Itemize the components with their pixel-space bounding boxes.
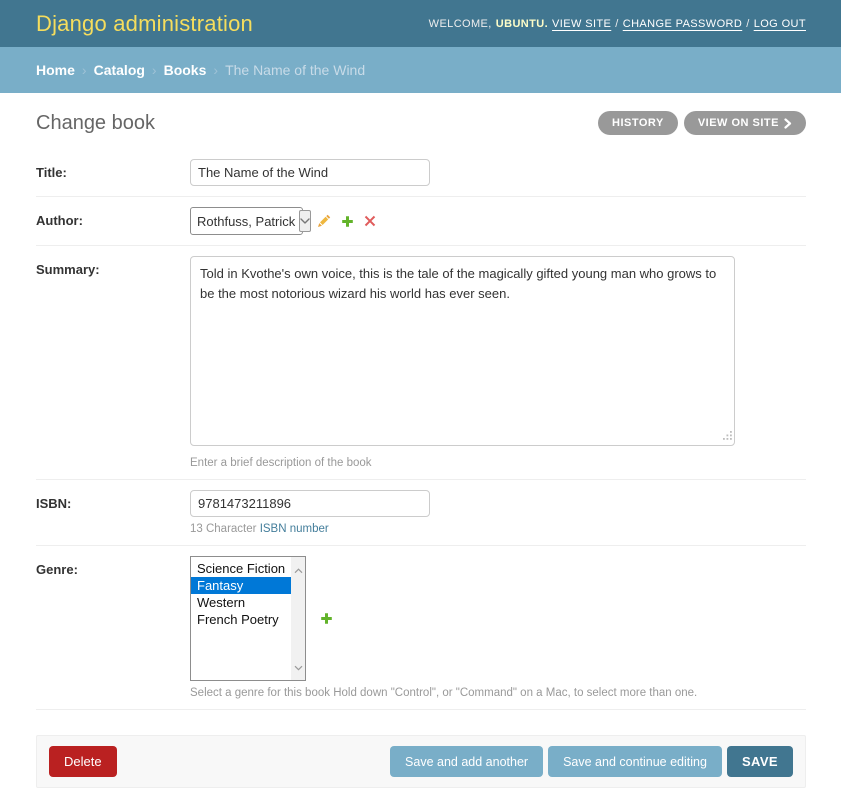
author-label: Author: — [36, 207, 190, 235]
isbn-input[interactable] — [190, 490, 430, 517]
user-tools-separator: / — [615, 18, 618, 30]
log-out-link[interactable]: LOG OUT — [754, 18, 806, 30]
user-tools-separator: / — [746, 18, 749, 30]
genre-option[interactable]: Fantasy — [191, 577, 291, 594]
history-button-label: HISTORY — [612, 117, 664, 129]
breadcrumb-current: The Name of the Wind — [225, 62, 365, 78]
title-input[interactable] — [190, 159, 430, 186]
form-row-title: Title: — [36, 149, 806, 197]
username: UBUNTU. — [496, 18, 548, 30]
content-area: Change book HISTORY VIEW ON SITE Title: … — [0, 111, 841, 788]
breadcrumb-separator: › — [213, 62, 218, 78]
form-row-isbn: ISBN: 13 Character ISBN number — [36, 480, 806, 546]
object-tools: HISTORY VIEW ON SITE — [598, 111, 806, 135]
admin-header: Django administration WELCOME, UBUNTU. V… — [0, 0, 841, 47]
isbn-help-prefix: 13 Character — [190, 523, 260, 535]
site-branding-link[interactable]: Django administration — [36, 11, 253, 37]
author-select[interactable]: Rothfuss, Patrick — [190, 207, 303, 235]
form-row-author: Author: Rothfuss, Patrick — [36, 197, 806, 246]
breadcrumb-separator: › — [152, 62, 157, 78]
chevron-right-icon — [784, 118, 792, 129]
summary-help-text: Enter a brief description of the book — [190, 457, 806, 469]
form-row-genre: Genre: Science Fiction Fantasy Western F… — [36, 546, 806, 710]
isbn-number-link[interactable]: ISBN number — [260, 523, 329, 535]
chevron-down-icon[interactable] — [294, 658, 303, 676]
summary-label: Summary: — [36, 256, 190, 469]
add-author-plus-icon[interactable] — [341, 215, 354, 228]
change-book-form: Title: Author: Rothfuss, Patrick — [36, 149, 806, 788]
author-selected-value: Rothfuss, Patrick — [193, 214, 299, 229]
save-and-add-another-button[interactable]: Save and add another — [390, 746, 543, 777]
form-row-summary: Summary: Told in Kvothe's own voice, thi… — [36, 246, 806, 480]
welcome-text: WELCOME, — [429, 18, 492, 30]
title-label: Title: — [36, 159, 190, 186]
change-password-link[interactable]: CHANGE PASSWORD — [623, 18, 742, 30]
delete-author-cross-icon[interactable] — [364, 215, 376, 227]
genre-multiselect[interactable]: Science Fiction Fantasy Western French P… — [190, 556, 306, 681]
genre-option[interactable]: Western — [191, 594, 291, 611]
breadcrumb-books[interactable]: Books — [164, 62, 207, 78]
breadcrumb-catalog[interactable]: Catalog — [94, 62, 145, 78]
add-genre-plus-icon[interactable] — [320, 612, 333, 625]
save-and-continue-editing-button[interactable]: Save and continue editing — [548, 746, 722, 777]
breadcrumb: Home › Catalog › Books › The Name of the… — [0, 47, 841, 93]
chevron-up-icon[interactable] — [294, 561, 303, 579]
breadcrumb-home[interactable]: Home — [36, 62, 75, 78]
genre-option[interactable]: Science Fiction — [191, 560, 291, 577]
delete-button[interactable]: Delete — [49, 746, 117, 777]
view-on-site-label: VIEW ON SITE — [698, 117, 779, 129]
edit-author-pencil-icon[interactable] — [317, 214, 331, 228]
genre-label: Genre: — [36, 556, 190, 699]
genre-help-text: Select a genre for this book Hold down "… — [190, 687, 806, 699]
view-site-link[interactable]: VIEW SITE — [552, 18, 611, 30]
breadcrumb-separator: › — [82, 62, 87, 78]
history-button[interactable]: HISTORY — [598, 111, 678, 135]
view-on-site-button[interactable]: VIEW ON SITE — [684, 111, 806, 135]
page-title: Change book — [36, 112, 155, 135]
genre-option[interactable]: French Poetry — [191, 611, 291, 628]
summary-textarea[interactable]: Told in Kvothe's own voice, this is the … — [190, 256, 735, 446]
user-tools: WELCOME, UBUNTU. VIEW SITE / CHANGE PASS… — [429, 18, 806, 30]
isbn-help-text: 13 Character ISBN number — [190, 523, 806, 535]
isbn-label: ISBN: — [36, 490, 190, 535]
submit-row: Delete Save and add another Save and con… — [36, 735, 806, 788]
save-button[interactable]: SAVE — [727, 746, 793, 777]
chevron-down-icon[interactable] — [299, 210, 311, 232]
genre-scrollbar[interactable] — [291, 557, 305, 680]
